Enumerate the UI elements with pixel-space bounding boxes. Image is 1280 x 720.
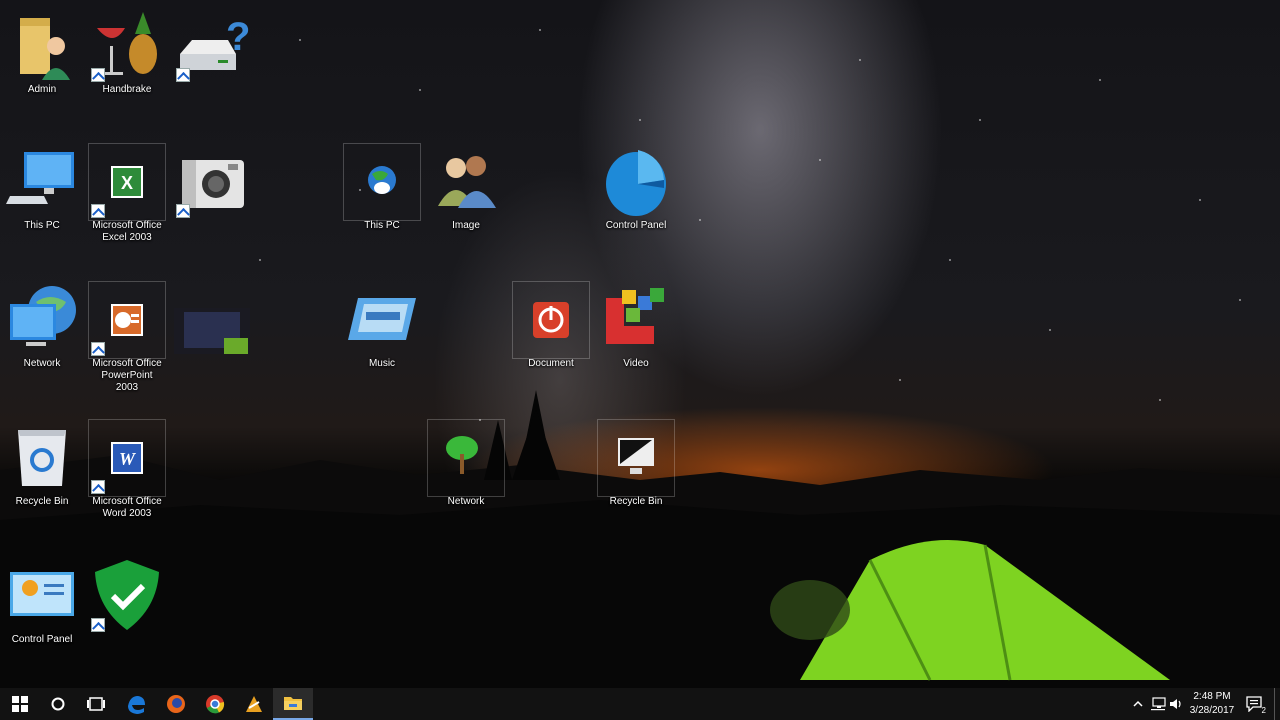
- icon-label: Video: [623, 358, 649, 369]
- edge-button[interactable]: [116, 688, 156, 720]
- desktop-icon-music[interactable]: Music: [344, 282, 420, 370]
- icon-label: Document: [528, 358, 574, 369]
- chevron-up-icon: [1133, 700, 1143, 707]
- globe-cursor-icon: [343, 143, 421, 221]
- icon-label: Microsoft Office Word 2003: [92, 496, 162, 519]
- pie-chart-icon: [598, 144, 674, 220]
- svg-text:W: W: [119, 449, 137, 469]
- icon-label: Music: [368, 358, 396, 369]
- edge-icon: [128, 696, 145, 714]
- svg-text:X: X: [121, 173, 133, 193]
- desktop-icon-video[interactable]: Video: [598, 282, 674, 370]
- icon-label: Network: [447, 496, 485, 507]
- show-hidden-icons-button[interactable]: [1130, 688, 1146, 720]
- shield-check-icon: [89, 558, 165, 634]
- network-globe-icon: [4, 282, 80, 358]
- camera-icon: [174, 144, 250, 220]
- start-button[interactable]: [0, 688, 40, 720]
- shortcut-arrow-icon: [176, 204, 190, 218]
- desktop-icon-movie[interactable]: [174, 282, 250, 358]
- icon-label: Control Panel: [605, 220, 667, 231]
- desktop-icon-image[interactable]: Image: [428, 144, 504, 232]
- icon-label: Recycle Bin: [15, 496, 69, 507]
- power-button-icon: [512, 281, 590, 359]
- music-screen-icon: [344, 282, 420, 358]
- monitor-icon: [597, 419, 675, 497]
- winamp-button[interactable]: [234, 688, 274, 720]
- cortana-button[interactable]: [38, 688, 78, 720]
- shortcut-arrow-icon: [91, 342, 105, 356]
- computer-icon: [4, 144, 80, 220]
- desktop-icon-network[interactable]: Network: [4, 282, 80, 370]
- drive-question-icon: ?: [174, 8, 250, 84]
- desktop-icon-document[interactable]: Document: [512, 281, 590, 370]
- desktop-icon-word[interactable]: W Microsoft Office Word 2003: [88, 419, 166, 520]
- clock-time: 2:48 PM: [1193, 691, 1231, 702]
- icon-label: Handbrake: [102, 84, 152, 95]
- film-strip-icon: [174, 282, 250, 358]
- recycle-bin-icon: [4, 420, 80, 496]
- file-explorer-button[interactable]: [273, 688, 313, 720]
- chrome-icon: [206, 695, 225, 714]
- firefox-button[interactable]: [156, 688, 196, 720]
- icon-label: This PC: [24, 220, 60, 231]
- notification-count: 2: [1261, 706, 1266, 715]
- icon-label: Microsoft Office PowerPoint 2003: [92, 358, 162, 393]
- clock[interactable]: 2:48 PM 3/28/2017: [1186, 690, 1238, 718]
- windows-icon: [12, 696, 28, 712]
- word-icon: W: [88, 419, 166, 497]
- shortcut-arrow-icon: [91, 204, 105, 218]
- icon-label: Image: [452, 220, 480, 231]
- icon-label: Recycle Bin: [609, 496, 663, 507]
- action-center-button[interactable]: 2: [1242, 688, 1268, 720]
- task-view-button[interactable]: [76, 688, 116, 720]
- svg-text:?: ?: [226, 15, 250, 59]
- network-tray-button[interactable]: [1149, 688, 1167, 720]
- excel-icon: X: [88, 143, 166, 221]
- powerpoint-icon: [88, 281, 166, 359]
- file-explorer-icon: [284, 697, 302, 710]
- icon-label: This PC: [364, 220, 400, 231]
- shortcut-arrow-icon: [91, 618, 105, 632]
- winamp-icon: [246, 696, 262, 712]
- shortcut-arrow-icon: [176, 68, 190, 82]
- desktop-icon-camera[interactable]: [174, 144, 250, 220]
- show-desktop-button[interactable]: [1274, 688, 1275, 720]
- desktop-icon-this-pc-2[interactable]: This PC: [343, 143, 421, 232]
- desktop-icon-control-panel[interactable]: Control Panel: [598, 144, 674, 232]
- desktop-icon-recycle-bin[interactable]: Recycle Bin: [4, 420, 80, 508]
- desktop[interactable]: Admin Handbrake ? This PC X Microsoft Of…: [0, 0, 1280, 688]
- icon-label: Microsoft Office Excel 2003: [92, 220, 162, 243]
- desktop-icon-admin[interactable]: Admin: [4, 8, 80, 96]
- shortcut-arrow-icon: [91, 480, 105, 494]
- desktop-icon-excel[interactable]: X Microsoft Office Excel 2003: [88, 143, 166, 244]
- desktop-icon-powerpoint[interactable]: Microsoft Office PowerPoint 2003: [88, 281, 166, 394]
- user-folder-icon: [4, 8, 80, 84]
- desktop-icon-control-panel-2[interactable]: Control Panel: [4, 558, 80, 646]
- control-panel-icon: [4, 558, 80, 634]
- network-icon: [1151, 697, 1166, 711]
- clock-date: 3/28/2017: [1189, 705, 1235, 716]
- shortcut-arrow-icon: [91, 68, 105, 82]
- users-icon: [428, 144, 504, 220]
- desktop-icon-recycle-bin-2[interactable]: Recycle Bin: [597, 419, 675, 508]
- desktop-icon-handbrake[interactable]: Handbrake: [89, 8, 165, 96]
- blocks-icon: [598, 282, 674, 358]
- chrome-button[interactable]: [195, 688, 235, 720]
- cortana-icon: [51, 697, 65, 711]
- desktop-icon-this-pc[interactable]: This PC: [4, 144, 80, 232]
- taskbar: 2:48 PM 3/28/2017 2: [0, 688, 1280, 720]
- icon-label: Network: [23, 358, 61, 369]
- desktop-icon-unknown-drive[interactable]: ?: [174, 8, 250, 84]
- task-view-icon: [87, 697, 105, 711]
- volume-tray-button[interactable]: [1168, 688, 1184, 720]
- desktop-icon-network-2[interactable]: Network: [427, 419, 505, 508]
- icon-label: Control Panel: [11, 634, 73, 645]
- desktop-icon-security[interactable]: [89, 558, 165, 634]
- tree-icon: [427, 419, 505, 497]
- handbrake-icon: [89, 8, 165, 84]
- icon-label: Admin: [27, 84, 57, 95]
- speaker-icon: [1170, 699, 1181, 709]
- firefox-icon: [167, 695, 185, 713]
